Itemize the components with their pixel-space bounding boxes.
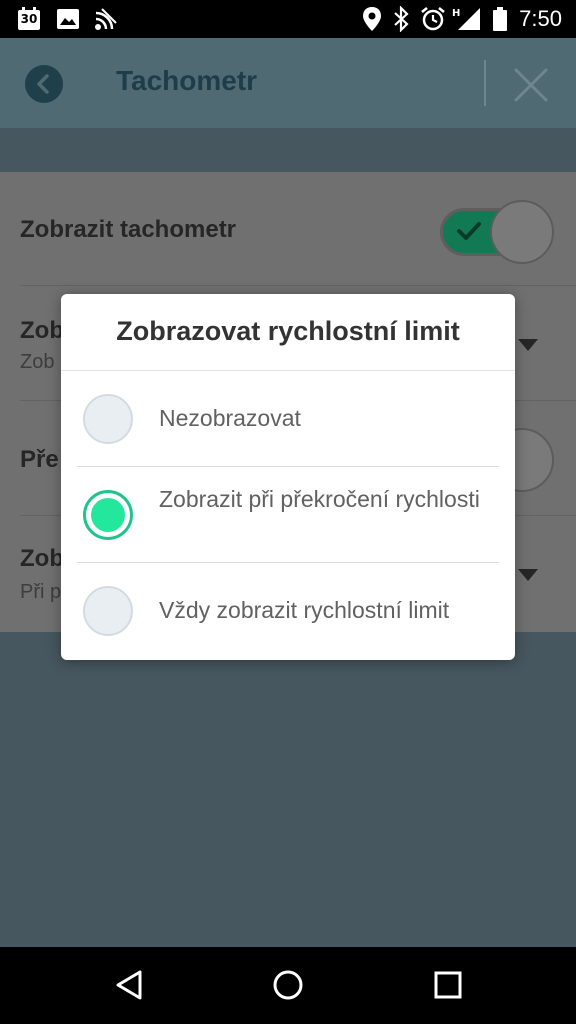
svg-text:H: H (452, 8, 460, 19)
setting-title: Pře (20, 446, 59, 473)
option-label: Zobrazit při překročení rychlosti (159, 486, 480, 512)
calendar-day: 30 (20, 12, 38, 26)
status-bar: 30 H 7:50 (0, 0, 576, 38)
setting-title: Zobrazit tachometr (20, 216, 237, 243)
page-title: Tachometr (116, 65, 258, 96)
battery-icon (493, 7, 507, 31)
toolbar-divider (484, 60, 486, 106)
setting-subtitle: Při p (20, 581, 62, 603)
dropdown-arrow-icon[interactable] (518, 339, 538, 351)
recents-square-icon[interactable] (433, 970, 463, 1000)
status-time: 7:50 (519, 6, 562, 31)
option-show-when-exceeding[interactable]: Zobrazit při překročení rychlosti (77, 467, 499, 563)
home-circle-icon[interactable] (271, 968, 305, 1002)
speed-limit-dialog: Zobrazovat rychlostní limit Nezobrazovat… (61, 294, 515, 660)
alarm-icon (421, 7, 445, 31)
toggle-knob (490, 200, 554, 264)
back-button[interactable] (25, 65, 63, 103)
setting-subtitle: Zob (20, 351, 55, 373)
back-icon (37, 74, 49, 94)
close-icon (514, 68, 548, 102)
speedometer-toggle[interactable] (440, 200, 554, 264)
radio-unselected[interactable] (83, 586, 133, 636)
row-divider (20, 285, 576, 286)
radio-selected[interactable] (83, 490, 133, 540)
radio-unselected[interactable] (83, 394, 133, 444)
dialog-title: Zobrazovat rychlostní limit (116, 316, 460, 346)
setting-show-speedometer[interactable]: Zobrazit tachometr (0, 172, 576, 286)
setting-title: Zob (20, 545, 64, 572)
check-icon (457, 222, 481, 240)
option-hide[interactable]: Nezobrazovat (77, 371, 499, 467)
option-label: Nezobrazovat (159, 405, 301, 431)
setting-title: Zob (20, 317, 64, 344)
image-icon (57, 9, 79, 29)
radio-dot (91, 498, 125, 532)
signal-icon: H (452, 8, 480, 30)
option-label: Vždy zobrazit rychlostní limit (159, 597, 450, 623)
cast-icon (95, 8, 117, 30)
location-icon (363, 7, 381, 31)
dropdown-arrow-icon[interactable] (518, 569, 538, 581)
option-always-show[interactable]: Vždy zobrazit rychlostní limit (77, 563, 499, 659)
navigation-bar (0, 947, 576, 1024)
close-button[interactable] (508, 62, 554, 108)
back-triangle-icon[interactable] (114, 969, 144, 1001)
toolbar: Tachometr (0, 38, 576, 128)
bluetooth-icon (394, 6, 409, 32)
